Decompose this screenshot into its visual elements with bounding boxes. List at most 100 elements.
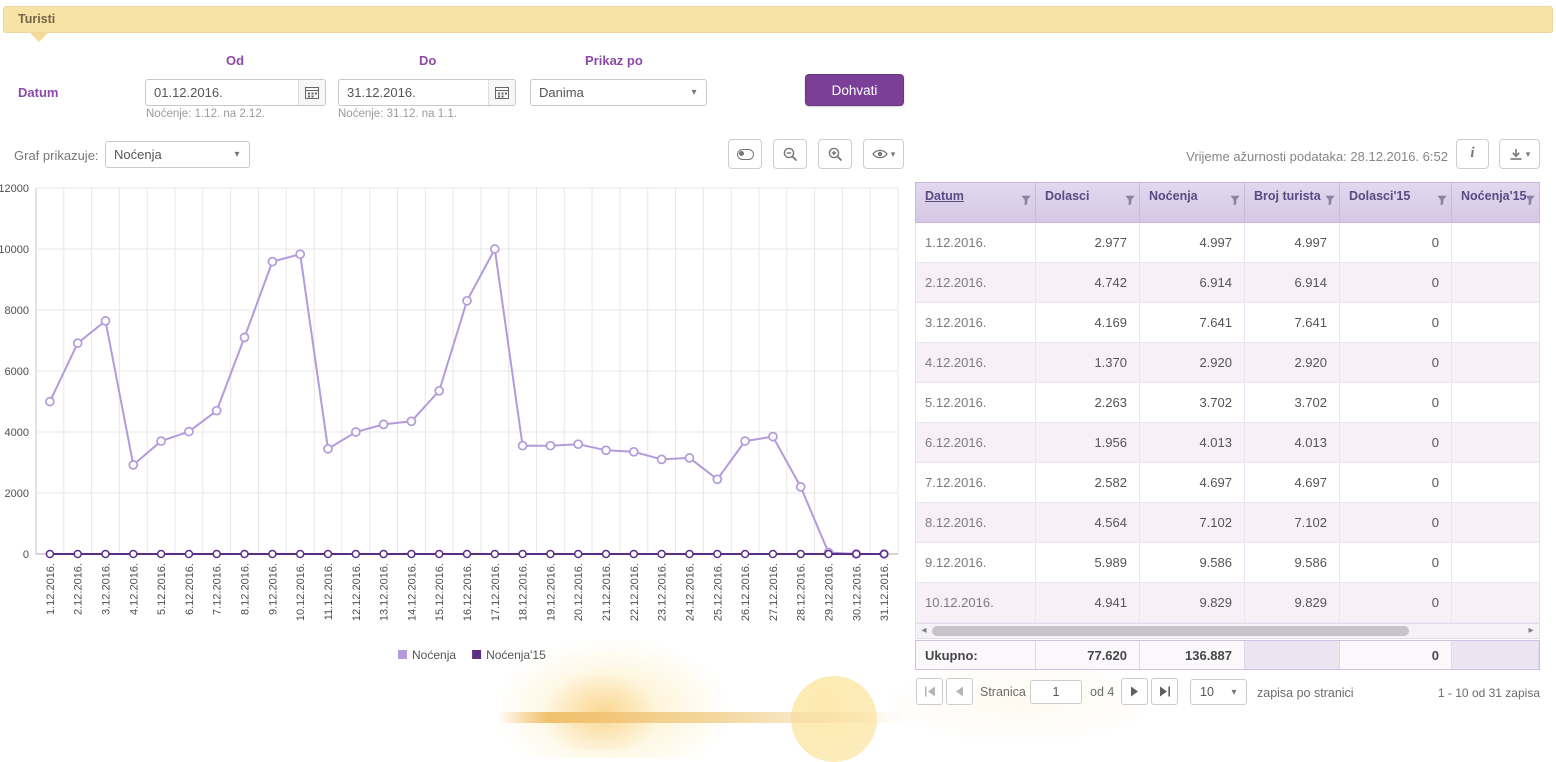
date-from-input[interactable] [146,80,298,105]
data-point[interactable] [74,339,82,347]
column-header-nocenja-15[interactable]: Noćenja'15 [1452,183,1539,222]
filter-icon[interactable] [1525,194,1535,210]
table-row[interactable]: 1.12.2016.2.9774.9974.9970 [916,223,1539,263]
calendar-icon[interactable] [488,80,515,105]
data-point[interactable] [268,258,276,266]
data-point[interactable] [324,445,332,453]
table-row[interactable]: 6.12.2016.1.9564.0134.0130 [916,423,1539,463]
visibility-menu-button[interactable]: ▾ [863,139,904,169]
data-point[interactable] [575,551,582,558]
data-point[interactable] [157,437,165,445]
last-page-button[interactable] [1151,678,1178,705]
data-point[interactable] [436,551,443,558]
data-point[interactable] [491,245,499,253]
data-point[interactable] [519,442,527,450]
data-point[interactable] [769,433,777,441]
filter-icon[interactable] [1021,194,1031,210]
data-point[interactable] [463,297,471,305]
data-point[interactable] [825,551,832,558]
data-point[interactable] [380,420,388,428]
data-point[interactable] [546,442,554,450]
data-point[interactable] [464,551,471,558]
data-point[interactable] [130,551,137,558]
page-size-select[interactable]: 10 ▾ [1190,679,1247,705]
data-point[interactable] [269,551,276,558]
data-point[interactable] [574,440,582,448]
data-point[interactable] [352,428,360,436]
table-row[interactable]: 4.12.2016.1.3702.9202.9200 [916,343,1539,383]
data-point[interactable] [241,551,248,558]
data-point[interactable] [603,551,610,558]
table-row[interactable]: 7.12.2016.2.5824.6974.6970 [916,463,1539,503]
data-point[interactable] [407,417,415,425]
data-point[interactable] [713,475,721,483]
data-point[interactable] [686,551,693,558]
data-point[interactable] [658,551,665,558]
column-header-dolasci-15[interactable]: Dolasci'15 [1340,183,1452,222]
filter-icon[interactable] [1437,194,1447,210]
zoom-out-button[interactable] [773,139,807,169]
column-header-broj-turista[interactable]: Broj turista [1245,183,1340,222]
data-point[interactable] [185,551,192,558]
info-button[interactable]: i [1456,139,1489,169]
data-point[interactable] [853,551,860,558]
page-number-input[interactable] [1030,680,1082,704]
data-point[interactable] [158,551,165,558]
data-point[interactable] [102,317,110,325]
data-point[interactable] [74,551,81,558]
scroll-left-icon[interactable]: ◂ [916,624,932,638]
filter-icon[interactable] [1325,194,1335,210]
data-point[interactable] [714,551,721,558]
data-point[interactable] [408,551,415,558]
table-row[interactable]: 3.12.2016.4.1697.6417.6410 [916,303,1539,343]
table-row[interactable]: 10.12.2016.4.9419.8299.8290 [916,583,1539,623]
data-point[interactable] [630,551,637,558]
data-point[interactable] [213,407,221,415]
data-point[interactable] [102,551,109,558]
toggle-pan-button[interactable] [728,139,762,169]
filter-icon[interactable] [1230,194,1240,210]
chart-legend[interactable]: NoćenjaNoćenja'15 [398,648,546,662]
scrollbar-thumb[interactable] [932,626,1409,636]
nocenja-line-chart[interactable]: 0200040006000800010000120001.12.2016.2.1… [0,182,904,676]
data-point[interactable] [741,437,749,445]
data-point[interactable] [491,551,498,558]
data-point[interactable] [241,333,249,341]
data-point[interactable] [797,551,804,558]
date-to-input[interactable] [339,80,488,105]
filter-icon[interactable] [1125,194,1135,210]
table-row[interactable]: 5.12.2016.2.2633.7023.7020 [916,383,1539,423]
next-page-button[interactable] [1121,678,1148,705]
tab-turisti[interactable]: Turisti [18,12,55,26]
scroll-right-icon[interactable]: ▸ [1523,624,1539,638]
graf-select[interactable]: Noćenja ▾ [105,141,250,168]
data-point[interactable] [297,551,304,558]
data-point[interactable] [46,398,54,406]
data-point[interactable] [547,551,554,558]
data-point[interactable] [797,483,805,491]
horizontal-scrollbar[interactable]: ◂ ▸ [915,623,1540,639]
column-header-dolasci[interactable]: Dolasci [1036,183,1140,222]
data-point[interactable] [380,551,387,558]
column-header-datum[interactable]: Datum [916,183,1036,222]
data-point[interactable] [129,461,137,469]
data-point[interactable] [658,455,666,463]
zoom-in-button[interactable] [818,139,852,169]
data-point[interactable] [742,551,749,558]
data-point[interactable] [881,551,888,558]
table-row[interactable]: 2.12.2016.4.7426.9146.9140 [916,263,1539,303]
data-point[interactable] [185,428,193,436]
dohvati-button[interactable]: Dohvati [805,74,904,106]
data-point[interactable] [519,551,526,558]
data-point[interactable] [435,387,443,395]
data-point[interactable] [46,551,53,558]
table-row[interactable]: 9.12.2016.5.9899.5869.5860 [916,543,1539,583]
data-point[interactable] [630,448,638,456]
column-header-nocenja[interactable]: Noćenja [1140,183,1245,222]
data-point[interactable] [352,551,359,558]
data-point[interactable] [325,551,332,558]
data-point[interactable] [296,250,304,258]
first-page-button[interactable] [916,678,943,705]
table-row[interactable]: 8.12.2016.4.5647.1027.1020 [916,503,1539,543]
data-point[interactable] [686,454,694,462]
